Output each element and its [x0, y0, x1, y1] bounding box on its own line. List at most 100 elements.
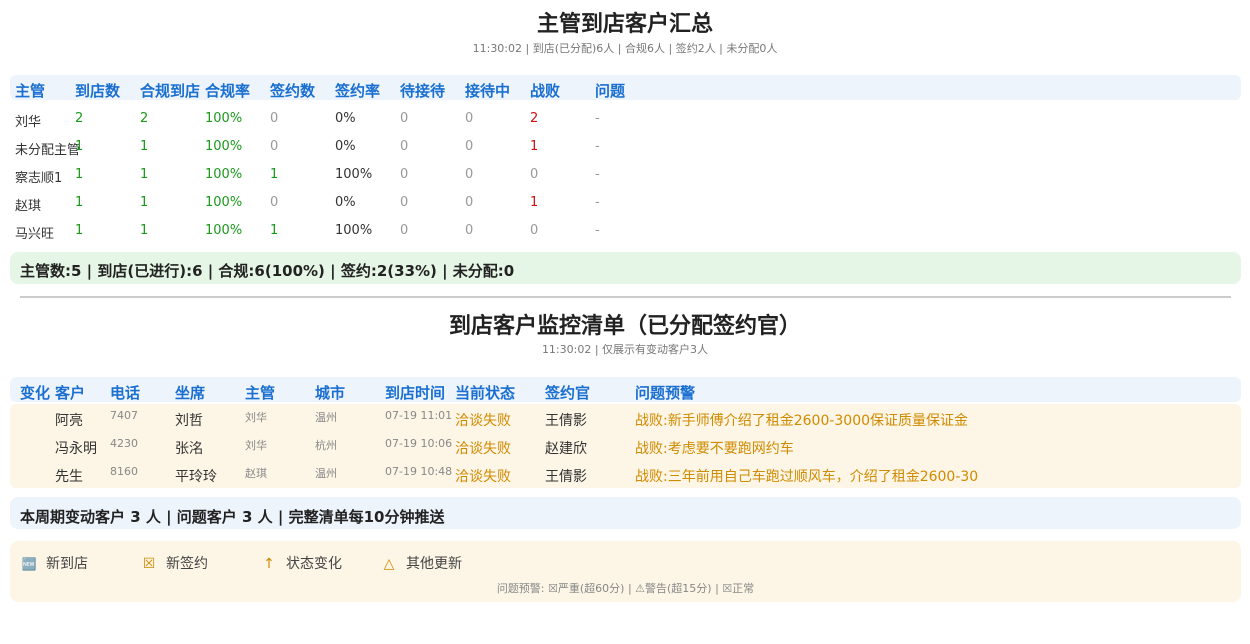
- table-row: 察志顺1 1 1 100% 1 100% 0 0 0 -: [10, 161, 1241, 189]
- sign-rate: 100%: [335, 167, 373, 182]
- table-row: 冯永明 4230 张洺 刘华 杭州 07-19 10:06 洽谈失败 赵建欣 战…: [10, 432, 1241, 460]
- header-compliant-arrivals: 合规到店: [140, 82, 201, 100]
- supervisor-name: 赵琪: [15, 199, 42, 214]
- header-signing-officer: 签约官: [545, 384, 591, 402]
- summary-subtitle: 11:30:02 | 到店(已分配)6人 | 合规6人 | 签约2人 | 未分配…: [472, 42, 778, 55]
- sign-rate: 100%: [335, 223, 373, 238]
- issues: -: [595, 223, 600, 238]
- lost: 0: [530, 223, 539, 238]
- header-arrival-time: 到店时间: [385, 384, 446, 402]
- waiting: 0: [400, 139, 409, 154]
- legend-item-new-signing: ☒ 新签约: [140, 553, 208, 573]
- header-signed: 签约数: [270, 82, 316, 100]
- supervisor-name: 马兴旺: [15, 227, 55, 242]
- city: 杭州: [315, 439, 337, 452]
- compliance-rate: 100%: [205, 139, 243, 154]
- header-waiting: 待接待: [400, 82, 446, 100]
- compliant-arrivals: 1: [140, 167, 149, 182]
- lost: 0: [530, 167, 539, 182]
- new-icon: 🆕: [21, 557, 37, 571]
- agent: 平玲玲: [175, 469, 217, 485]
- supervisor-name: 刘华: [15, 115, 42, 130]
- cross-box-icon: ☒: [142, 556, 156, 572]
- issue-warning: 战败:新手师傅介绍了租金2600-3000保证质量保证金: [635, 413, 969, 429]
- current-status: 洽谈失败: [455, 469, 511, 485]
- monitor-subtitle: 11:30:02 | 仅展示有变动客户3人: [541, 343, 709, 356]
- arrivals: 1: [75, 223, 84, 238]
- section-divider: [20, 296, 1231, 298]
- monitor-summary-bar: 本周期变动客户 3 人 | 问题客户 3 人 | 完整清单每10分钟推送: [10, 497, 1241, 529]
- arrival-time: 07-19 11:01: [385, 409, 453, 422]
- header-issues: 问题: [595, 82, 626, 100]
- issues: -: [595, 111, 600, 126]
- compliance-rate: 100%: [205, 223, 243, 238]
- waiting: 0: [400, 167, 409, 182]
- lost: 1: [530, 195, 539, 210]
- triangle-icon: △: [383, 556, 395, 572]
- header-customer: 客户: [55, 384, 86, 402]
- table-row: 阿亮 7407 刘哲 刘华 温州 07-19 11:01 洽谈失败 王倩影 战败…: [10, 404, 1241, 432]
- in-reception: 0: [465, 223, 474, 238]
- compliant-arrivals: 1: [140, 195, 149, 210]
- issues: -: [595, 139, 600, 154]
- signed: 0: [270, 195, 279, 210]
- compliance-rate: 100%: [205, 167, 243, 182]
- header-supervisor: 主管: [245, 384, 276, 402]
- current-status: 洽谈失败: [455, 413, 511, 429]
- in-reception: 0: [465, 167, 474, 182]
- arrivals: 1: [75, 195, 84, 210]
- header-supervisor: 主管: [15, 82, 46, 100]
- in-reception: 0: [465, 111, 474, 126]
- header-lost: 战败: [530, 82, 561, 100]
- signing-officer: 王倩影: [545, 469, 587, 485]
- compliant-arrivals: 2: [140, 111, 149, 126]
- arrow-up-icon: ↑: [263, 556, 275, 572]
- legend-label: 新签约: [166, 556, 208, 572]
- legend-item-status-change: ↑ 状态变化: [260, 553, 342, 573]
- header-arrivals: 到店数: [75, 82, 121, 100]
- waiting: 0: [400, 195, 409, 210]
- header-in-reception: 接待中: [465, 82, 511, 100]
- current-status: 洽谈失败: [455, 441, 511, 457]
- summary-table-header: 主管 到店数 合规到店 合规率 签约数 签约率 待接待 接待中 战败 问题: [10, 75, 1241, 100]
- arrivals: 1: [75, 139, 84, 154]
- supervisor-name: 察志顺1: [15, 171, 63, 186]
- waiting: 0: [400, 223, 409, 238]
- legend-label: 新到店: [46, 556, 88, 572]
- supervisor: 刘华: [245, 411, 267, 424]
- supervisor: 刘华: [245, 439, 267, 452]
- lost: 1: [530, 139, 539, 154]
- issue-warning: 战败:三年前用自己车跑过顺风车，介绍了租金2600-30: [635, 469, 979, 485]
- legend-label: 其他更新: [406, 556, 462, 572]
- legend-item-other-update: △ 其他更新: [380, 553, 462, 573]
- signing-officer: 王倩影: [545, 413, 587, 429]
- legend-panel: 🆕 新到店 ☒ 新签约 ↑ 状态变化 △ 其他更新 问题预警: ☒严重(超60分) | …: [10, 541, 1241, 602]
- monitor-table-body: 阿亮 7407 刘哲 刘华 温州 07-19 11:01 洽谈失败 王倩影 战败…: [10, 404, 1241, 488]
- customer-name: 阿亮: [55, 413, 83, 429]
- compliance-rate: 100%: [205, 195, 243, 210]
- signing-officer: 赵建欣: [545, 441, 587, 457]
- phone: 7407: [110, 409, 138, 422]
- supervisor: 赵琪: [245, 467, 267, 480]
- in-reception: 0: [465, 195, 474, 210]
- in-reception: 0: [465, 139, 474, 154]
- table-row: 先生 8160 平玲玲 赵琪 温州 07-19 10:48 洽谈失败 王倩影 战…: [10, 460, 1241, 488]
- waiting: 0: [400, 111, 409, 126]
- issue-warning: 战败:考虑要不要跑网约车: [635, 441, 794, 457]
- city: 温州: [315, 467, 337, 480]
- signed: 0: [270, 111, 279, 126]
- agent: 刘哲: [175, 413, 203, 429]
- table-row: 赵琪 1 1 100% 0 0% 0 0 1 -: [10, 189, 1241, 217]
- issues: -: [595, 195, 600, 210]
- phone: 4230: [110, 437, 138, 450]
- monitor-title: 到店客户监控清单（已分配签约官）: [448, 314, 801, 339]
- table-row: 马兴旺 1 1 100% 1 100% 0 0 0 -: [10, 217, 1241, 245]
- arrival-time: 07-19 10:48: [385, 465, 453, 478]
- customer-name: 冯永明: [55, 441, 97, 457]
- compliance-rate: 100%: [205, 111, 243, 126]
- sign-rate: 0%: [335, 195, 356, 210]
- header-change: 变化: [20, 384, 51, 402]
- header-agent: 坐席: [175, 384, 206, 402]
- header-issue-warning: 问题预警: [635, 384, 696, 402]
- signed: 0: [270, 139, 279, 154]
